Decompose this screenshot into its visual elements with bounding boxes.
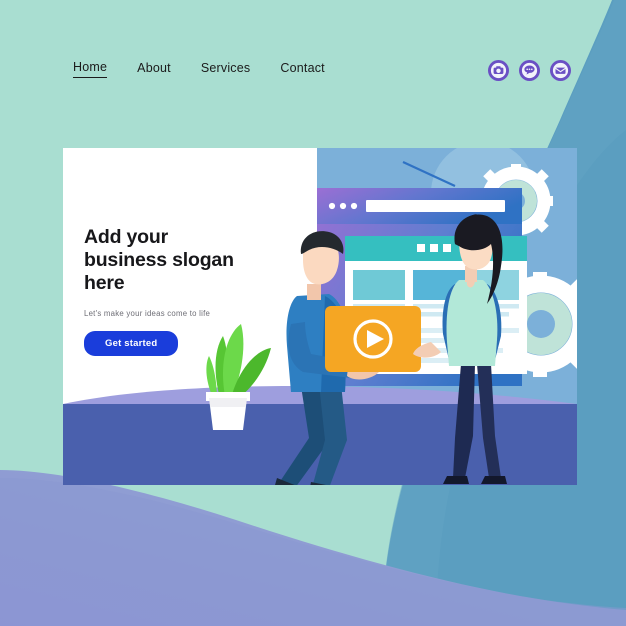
headline-line-1: Add your (84, 226, 168, 248)
nav-item-home[interactable]: Home (73, 60, 108, 78)
chat-bubble-icon[interactable] (519, 60, 540, 81)
camera-icon[interactable] (488, 60, 509, 81)
nav-item-contact[interactable]: Contact (280, 61, 324, 78)
hero-copy: Add your business slogan here Let's make… (84, 226, 284, 356)
page-title: Add your business slogan here (84, 226, 284, 295)
headline-line-2: business slogan (84, 249, 234, 271)
hero-card: Add your business slogan here Let's make… (63, 148, 577, 485)
social-icon-group (488, 60, 571, 81)
hero-subtitle: Let's make your ideas come to life (84, 309, 211, 318)
get-started-button[interactable]: Get started (84, 331, 179, 356)
page-root: Home About Services Contact Add your bus… (0, 0, 626, 626)
envelope-icon[interactable] (550, 60, 571, 81)
headline-line-3: here (84, 272, 125, 294)
video-card-shape (325, 306, 421, 372)
main-navigation: Home About Services Contact (73, 60, 325, 78)
nav-item-services[interactable]: Services (201, 61, 251, 78)
nav-item-about[interactable]: About (137, 61, 171, 78)
